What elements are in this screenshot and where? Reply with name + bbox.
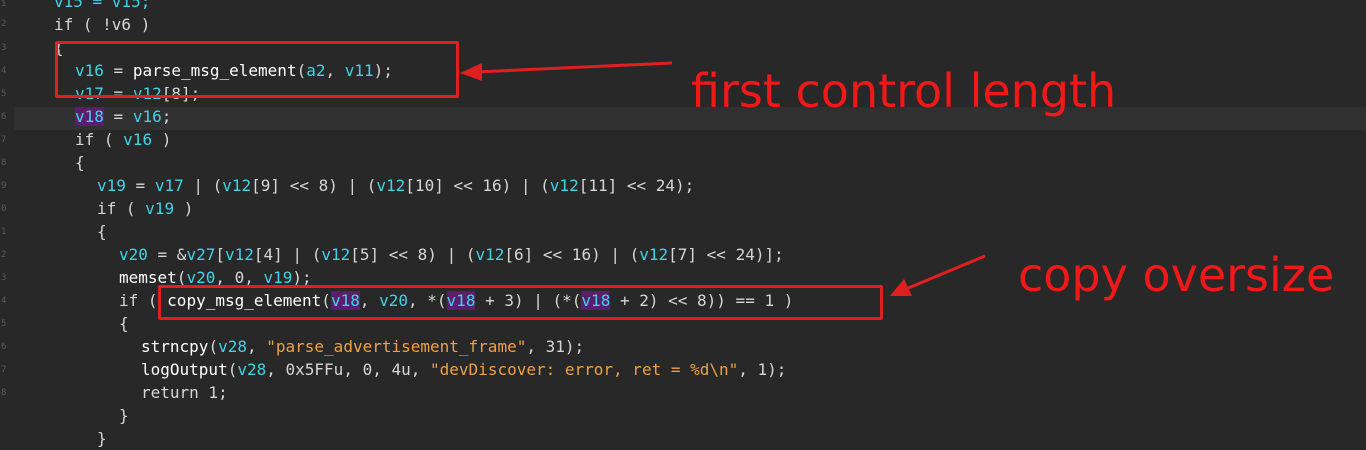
annotation-arrows [460, 61, 986, 296]
annotation-text-first: first control length [691, 64, 1117, 118]
arrow-line-second [905, 254, 986, 291]
arrow-head-first [460, 63, 482, 81]
annotation-text-second: copy oversize [1018, 248, 1335, 302]
arrow-line-first [475, 61, 673, 74]
